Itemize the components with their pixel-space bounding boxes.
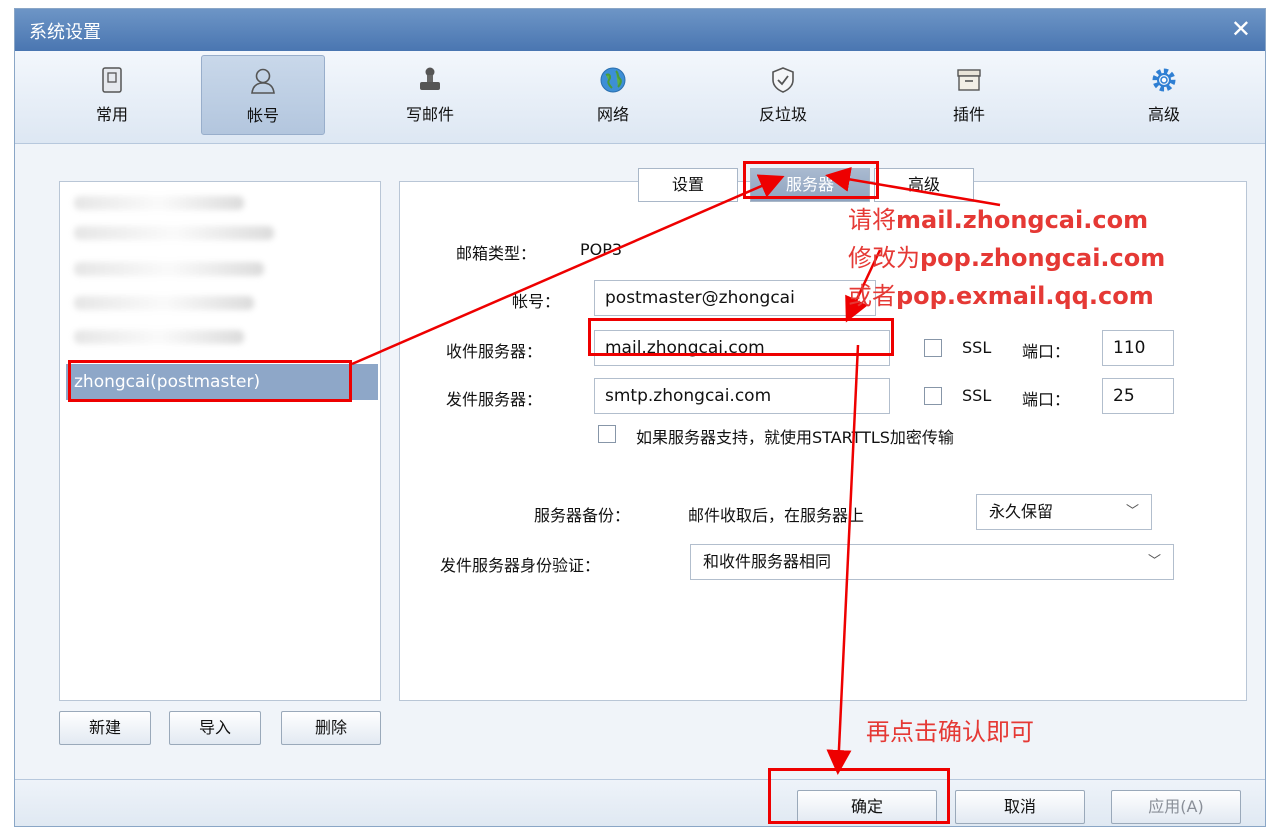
tool-general-label: 常用 bbox=[95, 105, 128, 124]
smtp-auth-label: 发件服务器身份验证： bbox=[440, 556, 601, 575]
account-label: 帐号： bbox=[512, 292, 561, 311]
server-backup-label: 服务器备份： bbox=[534, 506, 631, 525]
tool-account-label: 帐号 bbox=[246, 106, 279, 125]
incoming-port-label: 端口： bbox=[1022, 342, 1071, 361]
user-icon bbox=[251, 68, 275, 94]
annotation-line1-prefix: 请将 bbox=[848, 206, 896, 234]
apply-button[interactable]: 应用(A) bbox=[1111, 790, 1241, 824]
outgoing-ssl-checkbox[interactable] bbox=[924, 387, 942, 405]
tool-advanced-label: 高级 bbox=[1147, 105, 1180, 124]
account-field[interactable]: postmaster@zhongcai bbox=[594, 280, 876, 316]
blurred-account bbox=[74, 330, 244, 344]
server-backup-value: 永久保留 bbox=[989, 502, 1054, 521]
tab-advanced[interactable]: 高级 bbox=[874, 168, 974, 202]
server-backup-desc: 邮件收取后，在服务器上 bbox=[688, 506, 865, 525]
incoming-ssl-label: SSL bbox=[962, 338, 992, 357]
tool-plugins-label: 插件 bbox=[952, 105, 985, 124]
mailbox-type-label: 邮箱类型： bbox=[456, 244, 537, 263]
outgoing-server-label: 发件服务器： bbox=[446, 390, 543, 409]
tool-compose-label: 写邮件 bbox=[405, 105, 454, 124]
tool-compose[interactable]: 写邮件 bbox=[368, 55, 492, 135]
annotation-confirm: 再点击确认即可 bbox=[866, 718, 1034, 746]
cancel-button[interactable]: 取消 bbox=[955, 790, 1085, 824]
delete-account-button[interactable]: 删除 bbox=[281, 711, 381, 745]
tool-plugins[interactable]: 插件 bbox=[907, 55, 1031, 135]
tool-antispam-label: 反垃圾 bbox=[758, 105, 807, 124]
annotation-line3-value: pop.exmail.qq.com bbox=[896, 282, 1154, 310]
starttls-label: 如果服务器支持，就使用STARTTLS加密传输 bbox=[636, 428, 954, 447]
account-list[interactable]: zhongcai(postmaster) bbox=[59, 181, 381, 701]
tool-antispam[interactable]: 反垃圾 bbox=[721, 55, 845, 135]
box-icon bbox=[957, 69, 981, 91]
phone-icon bbox=[102, 67, 122, 93]
tool-network-label: 网络 bbox=[596, 105, 629, 124]
tool-advanced[interactable]: 高级 bbox=[1102, 55, 1226, 135]
chevron-down-icon: ﹀ bbox=[1125, 504, 1139, 519]
starttls-checkbox[interactable] bbox=[598, 425, 616, 443]
title-bar: 系统设置 ✕ bbox=[15, 9, 1265, 51]
annotation-line3: 或者pop.exmail.qq.com bbox=[848, 276, 1154, 311]
tab-settings[interactable]: 设置 bbox=[638, 168, 738, 202]
highlight-box-account bbox=[68, 360, 352, 402]
tool-general[interactable]: 常用 bbox=[50, 55, 174, 135]
chevron-down-icon: ﹀ bbox=[1147, 554, 1161, 569]
highlight-box-incoming bbox=[588, 318, 894, 356]
incoming-server-label: 收件服务器： bbox=[446, 342, 543, 361]
blurred-account bbox=[74, 262, 264, 276]
outgoing-port-label: 端口： bbox=[1022, 390, 1071, 409]
settings-window: 系统设置 ✕ 常用 帐号 写邮件 网络 反垃圾 插件 高级 zhongcai(p… bbox=[14, 8, 1266, 827]
annotation-line1-value: mail.zhongcai.com bbox=[896, 206, 1149, 234]
shield-icon bbox=[772, 67, 794, 93]
gear-icon bbox=[1152, 68, 1176, 92]
new-account-button[interactable]: 新建 bbox=[59, 711, 151, 745]
tool-network[interactable]: 网络 bbox=[551, 55, 675, 135]
toolbar: 常用 帐号 写邮件 网络 反垃圾 插件 高级 bbox=[15, 51, 1265, 144]
incoming-port-field[interactable]: 110 bbox=[1102, 330, 1174, 366]
outgoing-server-field[interactable]: smtp.zhongcai.com bbox=[594, 378, 890, 414]
import-account-button[interactable]: 导入 bbox=[169, 711, 261, 745]
dialog-footer: 确定 取消 应用(A) bbox=[15, 779, 1265, 826]
smtp-auth-select[interactable]: 和收件服务器相同 ﹀ bbox=[690, 544, 1174, 580]
outgoing-port-field[interactable]: 25 bbox=[1102, 378, 1174, 414]
blurred-account bbox=[74, 296, 254, 310]
annotation-line3-prefix: 或者 bbox=[848, 282, 896, 310]
blurred-account bbox=[74, 196, 244, 210]
close-icon[interactable]: ✕ bbox=[1231, 15, 1251, 43]
stamp-icon bbox=[420, 67, 440, 90]
incoming-ssl-checkbox[interactable] bbox=[924, 339, 942, 357]
annotation-line2-value: pop.zhongcai.com bbox=[920, 244, 1166, 272]
window-title: 系统设置 bbox=[29, 22, 101, 43]
annotation-line1: 请将mail.zhongcai.com bbox=[848, 200, 1148, 235]
smtp-auth-value: 和收件服务器相同 bbox=[703, 552, 832, 571]
highlight-box-ok bbox=[768, 768, 950, 824]
annotation-line2-prefix: 修改为 bbox=[848, 244, 920, 272]
mailbox-type-value: POP3 bbox=[580, 240, 623, 259]
globe-icon bbox=[600, 67, 626, 93]
outgoing-ssl-label: SSL bbox=[962, 386, 992, 405]
blurred-account bbox=[74, 226, 274, 240]
annotation-line2: 修改为pop.zhongcai.com bbox=[848, 238, 1165, 273]
tool-account[interactable]: 帐号 bbox=[201, 55, 325, 135]
server-backup-select[interactable]: 永久保留 ﹀ bbox=[976, 494, 1152, 530]
highlight-box-server-tab bbox=[743, 161, 879, 199]
